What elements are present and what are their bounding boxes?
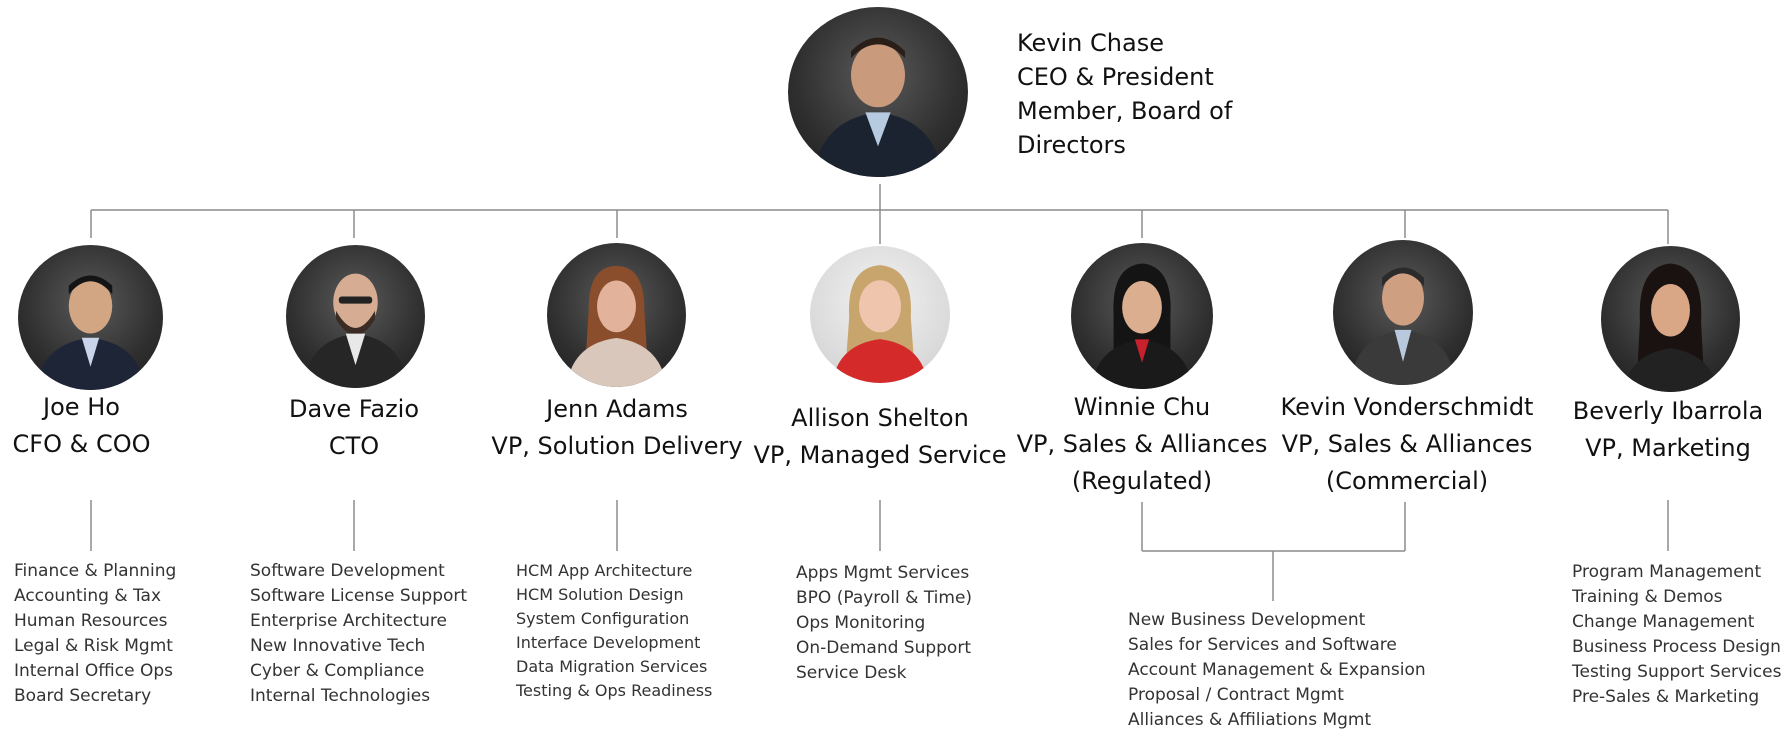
list-item: Proposal / Contract Mgmt	[1128, 685, 1344, 705]
list-item: Training & Demos	[1572, 587, 1723, 607]
beverly-ibarrola-photo	[1601, 246, 1740, 392]
list-item: Testing & Ops Readiness	[516, 681, 713, 700]
list-item: Alliances & Affiliations Mgmt	[1128, 710, 1372, 730]
list-item: Interface Development	[516, 633, 701, 652]
winnie-chu-title: VP, Sales & Alliances	[1016, 430, 1268, 458]
list-item: Testing Support Services	[1572, 662, 1782, 682]
list-item: Service Desk	[796, 663, 907, 683]
list-item: Internal Office Ops	[14, 661, 173, 681]
jenn-adams-title: VP, Solution Delivery	[491, 432, 743, 460]
list-item: Software Development	[250, 561, 445, 581]
kevin-vonderschmidt-segment: (Commercial)	[1325, 467, 1489, 495]
dave-fazio-text: Dave Fazio CTO	[264, 391, 444, 465]
ceo-name: Kevin Chase	[1017, 29, 1164, 57]
dave-fazio-responsibilities: Software Development Software License Su…	[250, 559, 467, 709]
kevin-vonderschmidt-name: Kevin Vonderschmidt	[1280, 393, 1534, 421]
list-item: Internal Technologies	[250, 686, 431, 706]
winnie-chu-segment: (Regulated)	[1071, 467, 1213, 495]
list-item: Cyber & Compliance	[250, 661, 425, 681]
list-item: System Configuration	[516, 609, 690, 628]
list-item: HCM Solution Design	[516, 585, 684, 604]
list-item: Ops Monitoring	[796, 613, 926, 633]
list-item: Finance & Planning	[14, 561, 177, 581]
allison-shelton-text: Allison Shelton VP, Managed Service	[745, 400, 1015, 474]
winnie-chu-text: Winnie Chu VP, Sales & Alliances (Regula…	[1010, 389, 1274, 500]
joe-ho-title: CFO & COO	[12, 430, 151, 458]
jenn-adams-responsibilities: HCM App Architecture HCM Solution Design…	[516, 559, 712, 703]
list-item: HCM App Architecture	[516, 561, 693, 580]
allison-shelton-title: VP, Managed Service	[753, 441, 1007, 469]
ceo-photo	[788, 7, 968, 177]
joe-ho-name: Joe Ho	[43, 393, 120, 421]
list-item: Legal & Risk Mgmt	[14, 636, 173, 656]
jenn-adams-text: Jenn Adams VP, Solution Delivery	[476, 391, 758, 465]
beverly-ibarrola-responsibilities: Program Management Training & Demos Chan…	[1572, 560, 1781, 710]
ceo-title-line-2: Member, Board of	[1017, 97, 1233, 125]
list-item: Program Management	[1572, 562, 1762, 582]
list-item: Account Management & Expansion	[1128, 660, 1426, 680]
beverly-ibarrola-name: Beverly Ibarrola	[1572, 397, 1764, 425]
list-item: Accounting & Tax	[14, 586, 162, 606]
allison-shelton-photo	[810, 246, 950, 383]
dave-fazio-name: Dave Fazio	[288, 395, 420, 423]
list-item: Software License Support	[250, 586, 468, 606]
list-item: New Innovative Tech	[250, 636, 426, 656]
jenn-adams-photo	[547, 243, 686, 387]
joe-ho-text: Joe Ho CFO & COO	[0, 389, 163, 463]
joe-ho-responsibilities: Finance & Planning Accounting & Tax Huma…	[14, 559, 176, 709]
list-item: Human Resources	[14, 611, 168, 631]
beverly-ibarrola-title: VP, Marketing	[1585, 434, 1751, 462]
list-item: New Business Development	[1128, 610, 1366, 630]
dave-fazio-title: CTO	[328, 432, 380, 460]
winnie-chu-name: Winnie Chu	[1073, 393, 1211, 421]
ceo-info: Kevin Chase CEO & President Member, Boar…	[1017, 26, 1267, 162]
ceo-title-line-1: CEO & President	[1017, 63, 1214, 91]
kevin-vonderschmidt-title: VP, Sales & Alliances	[1281, 430, 1533, 458]
list-item: Business Process Design	[1572, 637, 1781, 657]
dave-fazio-photo	[286, 245, 425, 388]
jenn-adams-name: Jenn Adams	[546, 395, 688, 423]
list-item: Board Secretary	[14, 686, 152, 706]
winnie-chu-photo	[1071, 243, 1213, 389]
list-item: BPO (Payroll & Time)	[796, 588, 973, 608]
list-item: Sales for Services and Software	[1128, 635, 1397, 655]
allison-shelton-name: Allison Shelton	[791, 404, 969, 432]
list-item: Enterprise Architecture	[250, 611, 447, 631]
sales-responsibilities: New Business Development Sales for Servi…	[1128, 608, 1426, 733]
ceo-title-line-3: Directors	[1017, 131, 1126, 159]
list-item: Pre-Sales & Marketing	[1572, 687, 1760, 707]
list-item: Change Management	[1572, 612, 1755, 632]
joe-ho-photo	[18, 245, 163, 390]
list-item: Apps Mgmt Services	[796, 563, 970, 583]
list-item: Data Migration Services	[516, 657, 708, 676]
allison-shelton-responsibilities: Apps Mgmt Services BPO (Payroll & Time) …	[796, 561, 972, 686]
kevin-vonderschmidt-text: Kevin Vonderschmidt VP, Sales & Alliance…	[1272, 389, 1542, 500]
beverly-ibarrola-text: Beverly Ibarrola VP, Marketing	[1560, 393, 1776, 467]
kevin-vonderschmidt-photo	[1333, 240, 1473, 385]
list-item: On-Demand Support	[796, 638, 971, 658]
